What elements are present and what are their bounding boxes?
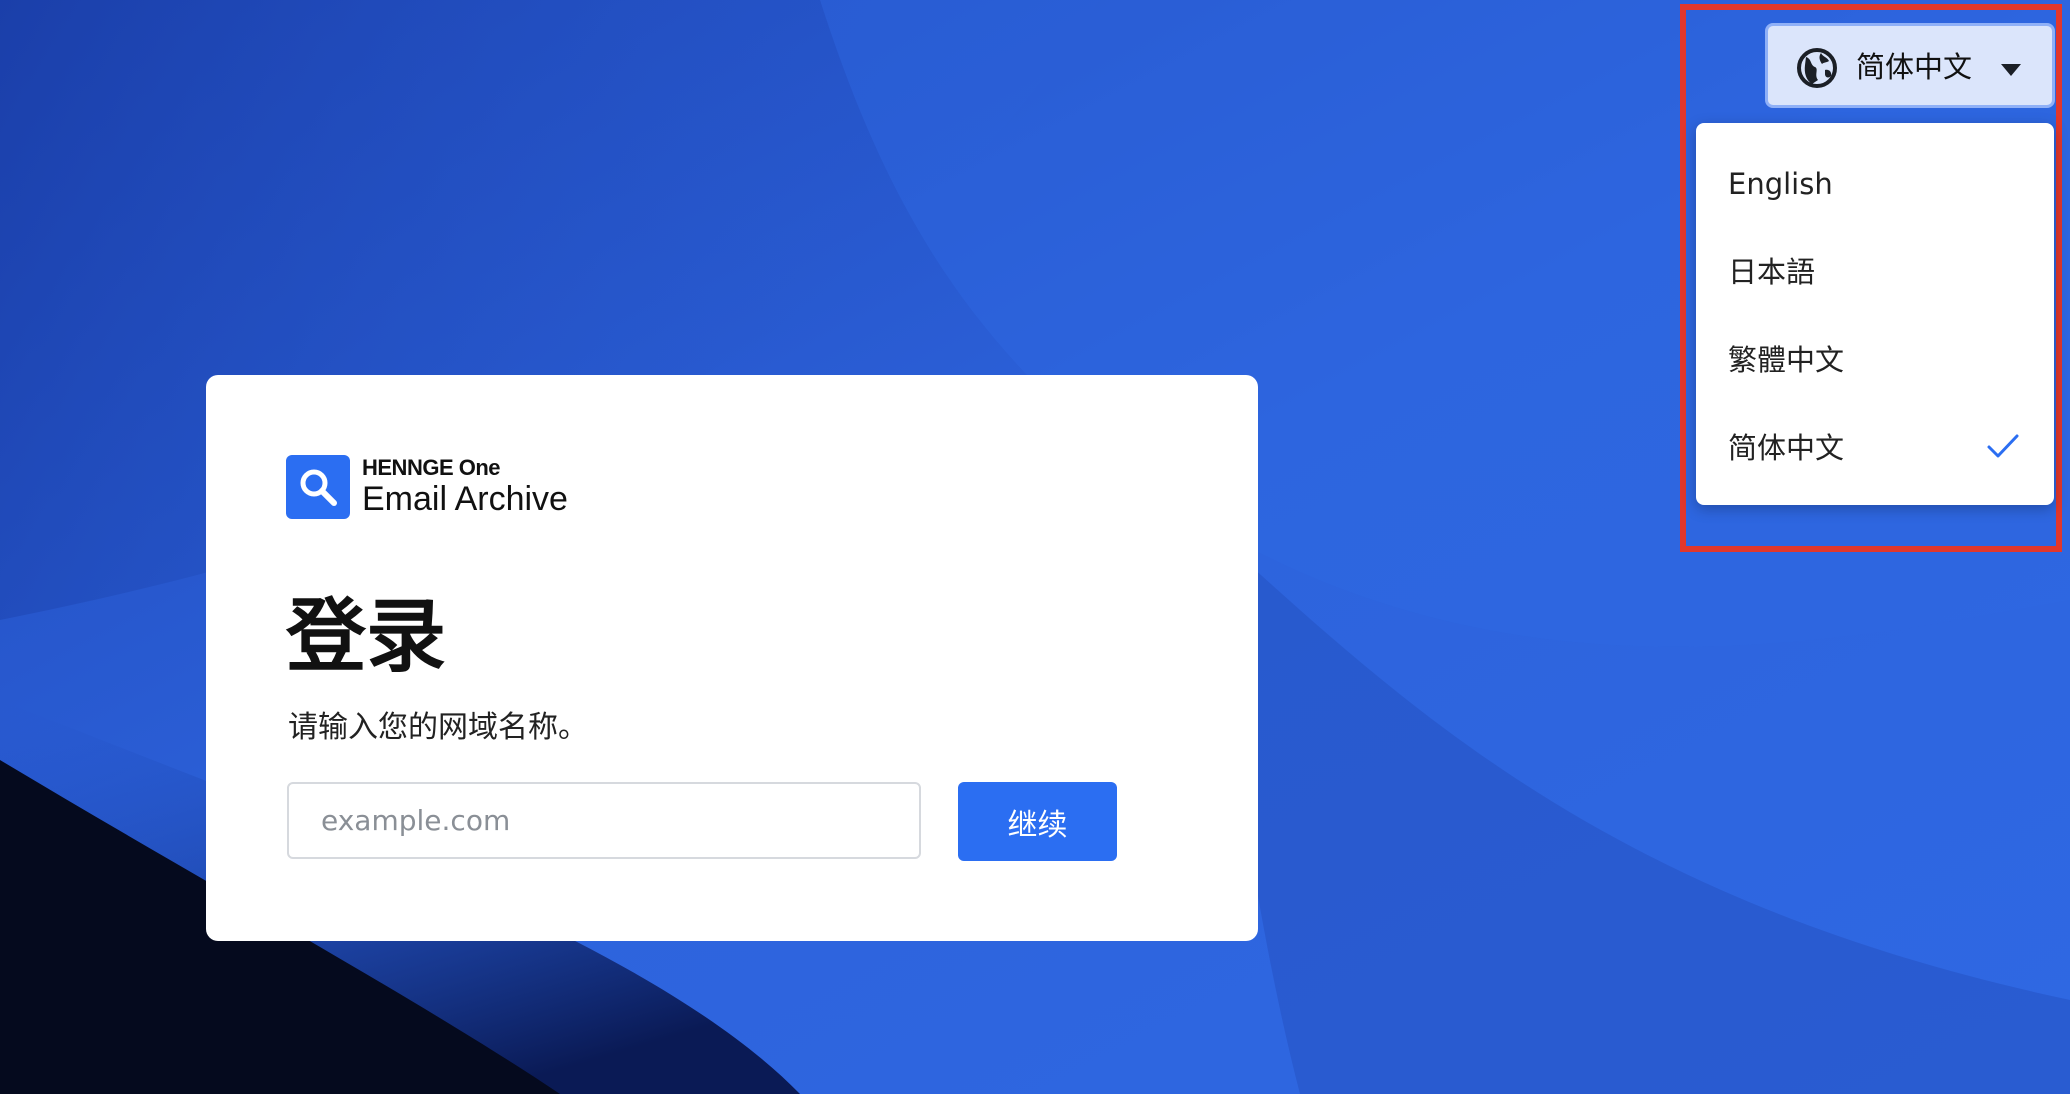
login-subtitle: 请输入您的网域名称。 [288, 710, 588, 745]
language-option-traditional-chinese[interactable]: 繁體中文 [1696, 316, 2054, 404]
language-option-label: English [1728, 167, 1833, 201]
page-title: 登录 [286, 590, 446, 683]
language-option-simplified-chinese[interactable]: 简体中文 [1696, 404, 2054, 492]
domain-input[interactable] [287, 782, 921, 859]
language-current-label: 简体中文 [1856, 50, 1973, 84]
language-option-label: 日本語 [1728, 255, 1816, 289]
continue-button[interactable]: 继续 [958, 782, 1117, 861]
chevron-down-icon [2001, 61, 2021, 80]
language-selector-button[interactable]: 简体中文 [1765, 23, 2055, 108]
language-menu: English 日本語 繁體中文 简体中文 [1696, 123, 2054, 505]
language-option-japanese[interactable]: 日本語 [1696, 228, 2054, 316]
logo-product: Email Archive [362, 480, 568, 518]
language-option-label: 简体中文 [1728, 431, 1845, 465]
language-option-english[interactable]: English [1696, 140, 2054, 228]
check-icon [1986, 432, 2020, 464]
logo: HENNGE One Email Archive [286, 455, 568, 519]
logo-brand: HENNGE One [362, 455, 501, 480]
globe-icon [1796, 47, 1838, 93]
language-option-label: 繁體中文 [1728, 343, 1845, 377]
magnifier-icon [286, 455, 350, 519]
login-card: HENNGE One Email Archive 登录 请输入您的网域名称。 继… [206, 375, 1258, 941]
logo-text: HENNGE One Email Archive [362, 455, 568, 519]
